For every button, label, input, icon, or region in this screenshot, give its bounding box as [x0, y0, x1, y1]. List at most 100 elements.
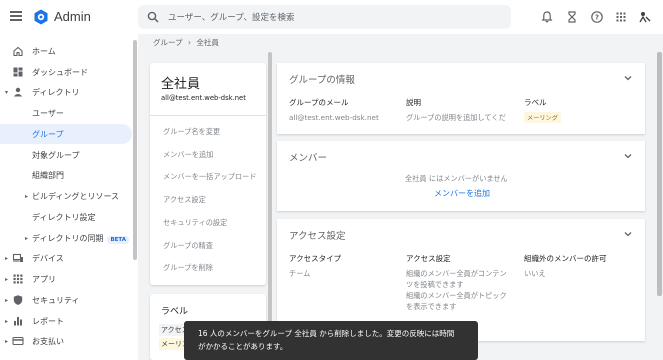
bulk-upload-members-action[interactable]: メンバーを一括アップロード — [163, 172, 256, 182]
external-members-header: 組織外のメンバーの許可 — [524, 254, 607, 263]
breadcrumb-separator: › — [187, 38, 191, 47]
menu-icon[interactable] — [10, 11, 22, 21]
search-input[interactable]: ユーザー、グループ、設定を検索 — [138, 5, 511, 29]
sidebar-item-label: デバイス — [32, 253, 64, 263]
sidebar-item-org-units[interactable]: 組織部門 — [0, 165, 132, 185]
group-info-panel: グループの情報 グループのメール all@test.ent.web-dsk.ne… — [277, 63, 645, 134]
hourglass-icon[interactable] — [565, 10, 579, 24]
sidebar-item-users[interactable]: ユーザー — [0, 103, 132, 123]
credit-card-icon — [12, 336, 24, 346]
sidebar-item-label: セキュリティ — [32, 295, 80, 305]
help-icon[interactable]: ? — [590, 10, 604, 24]
external-members-value: いいえ — [524, 269, 546, 278]
search-placeholder: ユーザー、グループ、設定を検索 — [168, 13, 295, 23]
access-setting-line-2: ツを投稿できます — [406, 280, 464, 289]
sidebar-item-label: ディレクトリの同期 — [32, 233, 104, 243]
bar-chart-icon — [14, 317, 22, 326]
description-value[interactable]: グループの説明を追加してくだ — [406, 113, 506, 123]
sidebar-item-label: レポート — [32, 316, 64, 326]
caret-right-icon: ▸ — [25, 192, 29, 200]
rename-group-action[interactable]: グループ名を変更 — [163, 127, 220, 137]
chevron-down-icon[interactable] — [623, 73, 633, 83]
sidebar-item-directory-settings[interactable]: ディレクトリ設定 — [0, 207, 132, 227]
snackbar-line-1: 16 人のメンバーをグループ 全社員 から削除しました。変更の反映には時間 — [198, 329, 455, 338]
beta-badge: BETA — [107, 235, 129, 244]
sidebar-item-apps[interactable]: ▸ アプリ — [0, 269, 132, 289]
sidebar-item-label: グループ — [32, 129, 64, 139]
dashboard-icon — [13, 67, 23, 77]
add-members-action[interactable]: メンバーを追加 — [163, 150, 213, 160]
group-name-inline: 全社員 — [405, 174, 427, 183]
sidebar-item-directory[interactable]: ▾ ディレクトリ — [0, 82, 132, 102]
snackbar-notification: 16 人のメンバーをグループ 全社員 から削除しました。変更の反映には時間 がか… — [184, 321, 478, 360]
search-icon — [147, 11, 159, 23]
caret-right-icon: ▸ — [25, 234, 29, 242]
notifications-icon[interactable] — [540, 10, 554, 24]
sidebar-item-devices[interactable]: ▸ デバイス — [0, 248, 132, 268]
apps-grid-icon[interactable] — [614, 10, 628, 24]
apps-icon — [13, 274, 23, 284]
top-bar: Admin ユーザー、グループ、設定を検索 ? — [0, 0, 663, 34]
page-scrollbar[interactable] — [657, 52, 662, 296]
chevron-down-icon[interactable] — [623, 151, 633, 161]
admin-logo-icon — [34, 9, 48, 25]
sidebar-item-target-groups[interactable]: 対象グループ — [0, 145, 132, 165]
sidebar-item-dashboard[interactable]: ダッシュボード — [0, 62, 132, 82]
caret-right-icon: ▸ — [5, 337, 9, 345]
account-avatar-icon[interactable] — [638, 10, 652, 24]
devices-icon — [12, 253, 23, 262]
chevron-down-icon[interactable] — [623, 229, 633, 239]
content-scrollbar[interactable] — [268, 52, 272, 360]
sidebar-item-label: 組織部門 — [32, 170, 64, 180]
breadcrumb-current: 全社員 — [196, 38, 219, 47]
access-settings-action[interactable]: アクセス設定 — [163, 195, 206, 205]
group-name: 全社員 — [161, 77, 201, 92]
shield-icon — [13, 295, 23, 305]
sidebar-item-label: ビルディングとリソース — [32, 191, 120, 201]
group-summary-card: 全社員 all@test.ent.web-dsk.net グループ名を変更 メン… — [150, 63, 266, 285]
person-icon — [13, 87, 23, 97]
labels-card-title: ラベル — [161, 307, 189, 317]
sidebar-item-billing[interactable]: ▸ お支払い — [0, 331, 132, 351]
breadcrumb-parent[interactable]: グループ — [153, 38, 183, 47]
caret-right-icon: ▸ — [5, 317, 9, 325]
sidebar-item-home[interactable]: ホーム — [0, 41, 132, 61]
caret-right-icon: ▸ — [5, 254, 9, 262]
sidebar-item-label-wrap: ディレクトリの同期 BETA — [32, 233, 129, 244]
sidebar-item-label: お支払い — [32, 336, 64, 346]
security-settings-action[interactable]: セキュリティの設定 — [163, 218, 227, 228]
breadcrumb: グループ › 全社員 — [153, 37, 219, 48]
sidebar-item-security[interactable]: ▸ セキュリティ — [0, 290, 132, 310]
members-title[interactable]: メンバー — [289, 150, 327, 164]
caret-right-icon: ▸ — [5, 296, 9, 304]
sidebar-item-label: アプリ — [32, 274, 56, 284]
sidebar: ホーム ダッシュボード ▾ ディレクトリ ユーザー グループ 対象グループ 組織… — [0, 34, 138, 360]
delete-group-action[interactable]: グループを削除 — [163, 263, 213, 273]
sidebar-item-buildings[interactable]: ▸ ビルディングとリソース — [0, 186, 132, 206]
caret-right-icon: ▸ — [5, 275, 9, 283]
access-type-value: チーム — [289, 269, 311, 278]
investigate-group-action[interactable]: グループの精査 — [163, 241, 213, 251]
sidebar-item-directory-sync[interactable]: ▸ ディレクトリの同期 BETA — [0, 228, 132, 248]
access-setting-line-1: 組織のメンバー全員がコンテン — [406, 269, 507, 278]
group-email: all@test.ent.web-dsk.net — [161, 94, 246, 102]
label-header: ラベル — [524, 98, 547, 107]
sidebar-item-label: 対象グループ — [32, 150, 80, 160]
app-title[interactable]: Admin — [54, 9, 91, 24]
add-member-link[interactable]: メンバーを追加 — [434, 188, 490, 199]
sidebar-item-groups[interactable]: グループ — [0, 124, 132, 144]
sidebar-item-label: ダッシュボード — [32, 67, 88, 77]
access-setting-header: アクセス設定 — [406, 254, 451, 263]
description-header: 説明 — [406, 98, 421, 107]
no-members-text: にはメンバーがいません — [428, 174, 508, 183]
email-header: グループのメール — [289, 98, 349, 107]
email-value: all@test.ent.web-dsk.net — [289, 113, 379, 122]
no-members-message: 全社員 にはメンバーがいません — [405, 174, 508, 184]
sidebar-item-reports[interactable]: ▸ レポート — [0, 311, 132, 331]
access-setting-line-4: を表示できます — [406, 302, 457, 311]
sidebar-item-label: ディレクトリ — [32, 87, 80, 97]
sidebar-scrollbar[interactable] — [133, 40, 137, 260]
access-settings-title[interactable]: アクセス設定 — [289, 228, 346, 242]
access-setting-line-3: 組織のメンバー全員がトピック — [406, 291, 507, 300]
group-info-title[interactable]: グループの情報 — [289, 72, 355, 86]
